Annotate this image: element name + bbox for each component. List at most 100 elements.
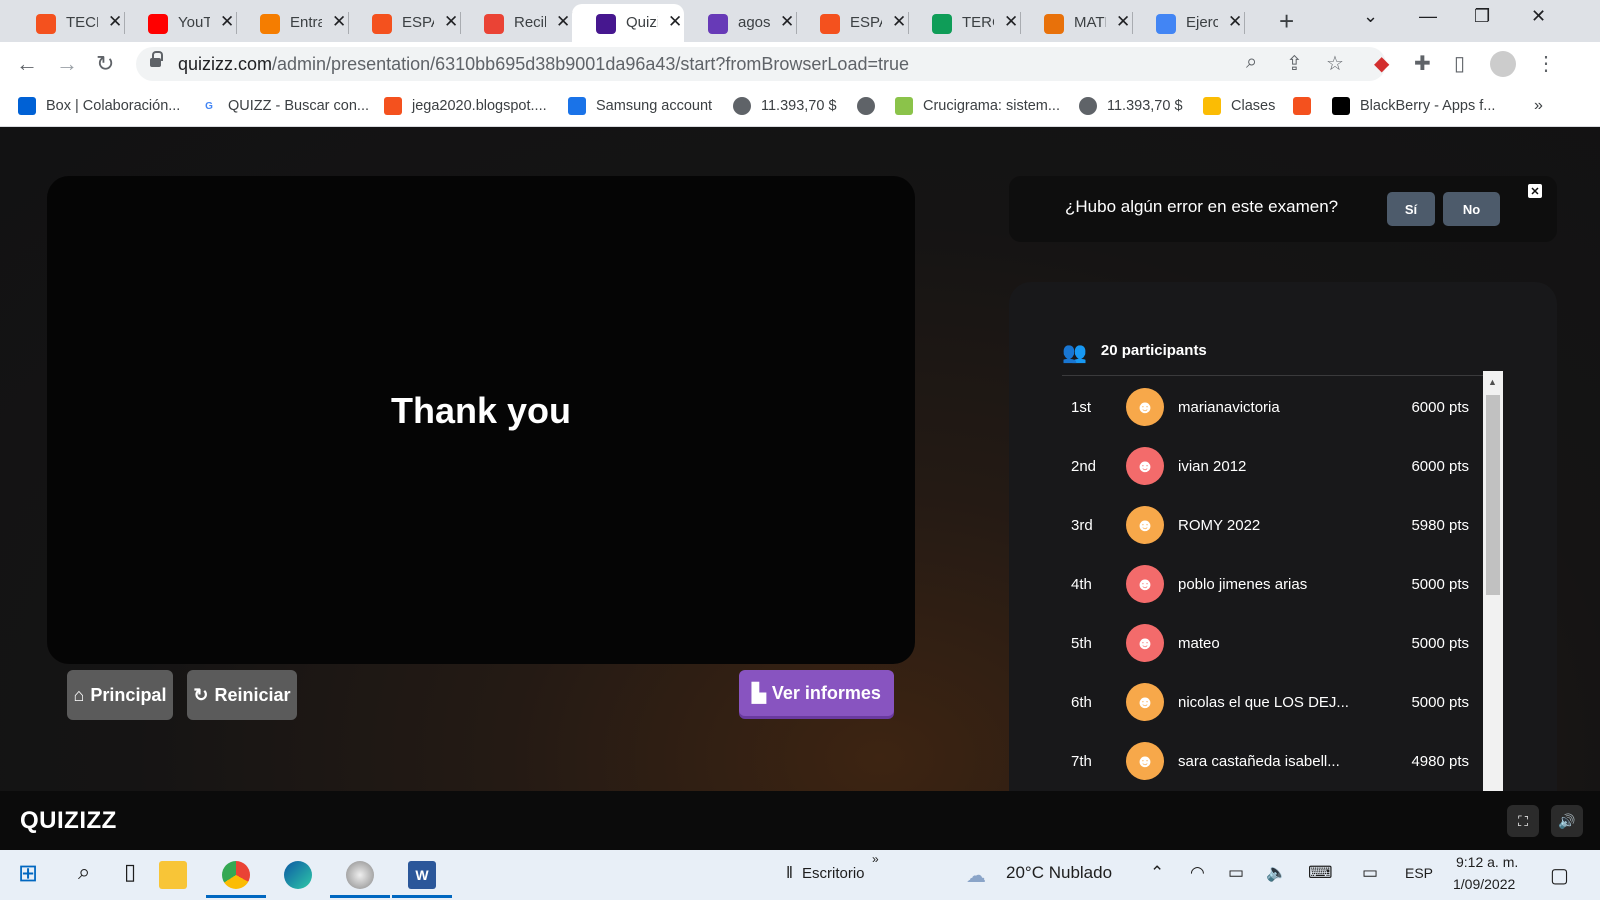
display-icon[interactable]: ▭ <box>1362 863 1378 883</box>
browser-tab[interactable]: TECNOLOGIA ✕ <box>12 4 125 42</box>
bookmark-item[interactable]: Samsung account <box>568 95 712 117</box>
box-icon <box>18 97 36 115</box>
chrome-menu-icon[interactable]: ⋮ <box>1536 51 1556 76</box>
tab-close-icon[interactable]: ✕ <box>332 12 346 32</box>
bookmark-item[interactable]: BlackBerry - Apps f... <box>1332 95 1495 117</box>
new-tab-button[interactable]: + <box>1279 6 1294 37</box>
bookmark-item[interactable]: 11.393,70 $ <box>1079 95 1183 117</box>
browser-tab[interactable]: Entrada ✕ <box>236 4 349 42</box>
browser-tab[interactable]: ESPAÑOL ✕ <box>796 4 909 42</box>
weather-text[interactable]: 20°C Nublado <box>1006 863 1112 883</box>
reload-icon[interactable]: ↻ <box>96 51 114 77</box>
educaplay-icon <box>895 97 913 115</box>
url-text[interactable]: quizizz.com/admin/presentation/6310bb695… <box>178 54 909 75</box>
bookmark-item[interactable]: Crucigrama: sistem... <box>895 95 1060 117</box>
more-bookmarks-icon[interactable]: » <box>1534 95 1543 117</box>
share-icon[interactable]: ⇪ <box>1286 51 1303 76</box>
browser-tab[interactable]: MATEMATICAS ✕ <box>1020 4 1133 42</box>
player-avatar-icon: ☻ <box>1126 506 1164 544</box>
tab-close-icon[interactable]: ✕ <box>220 12 234 32</box>
error-yes-button[interactable]: Sí <box>1387 192 1435 226</box>
tab-label: ESPAÑOL <box>402 14 434 31</box>
player-avatar-icon: ☻ <box>1126 624 1164 662</box>
tab-close-icon[interactable]: ✕ <box>108 12 122 32</box>
word-app[interactable]: W <box>392 852 452 898</box>
bookmark-item[interactable]: Box | Colaboración... <box>18 95 180 117</box>
maximize-button[interactable]: ❐ <box>1474 6 1490 27</box>
principal-button[interactable]: ⌂ Principal <box>67 670 173 720</box>
browser-tab[interactable]: TERCERO ✕ <box>908 4 1021 42</box>
tab-label: Ejercicios <box>1186 14 1218 31</box>
player-points: 5000 pts <box>1411 693 1469 711</box>
close-icon[interactable]: ✕ <box>1528 184 1542 198</box>
bookmark-item[interactable]: 11.393,70 $ <box>733 95 837 117</box>
bookmark-item[interactable]: jega2020.blogspot.... <box>384 95 547 117</box>
tab-close-icon[interactable]: ✕ <box>1004 12 1018 32</box>
sound-icon[interactable]: 🔊 <box>1551 805 1583 837</box>
edge-app[interactable] <box>268 852 328 898</box>
profile-avatar[interactable] <box>1490 51 1516 77</box>
blogger-icon <box>36 14 56 34</box>
view-reports-button[interactable]: ▙ Ver informes <box>739 670 894 716</box>
back-arrow-icon[interactable]: ← <box>16 51 38 77</box>
close-window-button[interactable]: ✕ <box>1531 6 1546 27</box>
language-indicator[interactable]: ESP <box>1405 865 1433 881</box>
blogger-icon <box>1293 97 1311 115</box>
minimize-button[interactable]: — <box>1419 6 1437 27</box>
tab-close-icon[interactable]: ✕ <box>556 12 570 32</box>
extensions-puzzle-icon[interactable]: ✚ <box>1414 51 1431 76</box>
reiniciar-button[interactable]: ↻ Reiniciar <box>187 670 297 720</box>
browser-tab[interactable]: YouTube ✕ <box>124 4 237 42</box>
chrome-app[interactable] <box>206 852 266 898</box>
url-omnibox[interactable]: quizizz.com/admin/presentation/6310bb695… <box>136 47 1386 81</box>
wifi-icon[interactable]: ◠ <box>1190 863 1205 883</box>
edge-icon <box>284 861 312 889</box>
tab-close-icon[interactable]: ✕ <box>780 12 794 32</box>
bookmark-item[interactable]: Clases <box>1203 95 1275 117</box>
browser-tab[interactable]: Ejercicios ✕ <box>1132 4 1245 42</box>
browser-tab[interactable]: Recibidos ✕ <box>460 4 573 42</box>
leaderboard-panel: 👥 20 participants 1st ☻ marianavictoria 600… <box>1009 282 1557 791</box>
task-view-icon[interactable]: ▯ <box>124 859 136 885</box>
forward-arrow-icon[interactable]: → <box>56 51 78 77</box>
windows-start-icon[interactable]: ⊞ <box>18 859 38 888</box>
bookmark-item[interactable]: G QUIZZ - Buscar con... <box>200 95 369 117</box>
bookmark-star-icon[interactable]: ☆ <box>1326 51 1344 76</box>
bookmark-item[interactable] <box>1293 95 1321 117</box>
lock-icon[interactable] <box>150 51 163 69</box>
blogger-icon <box>260 14 280 34</box>
scrollbar-thumb[interactable] <box>1486 395 1500 595</box>
browser-tab[interactable]: ESPAÑOL ✕ <box>348 4 461 42</box>
clock-time[interactable]: 9:12 a. m. <box>1456 854 1518 870</box>
notifications-icon[interactable]: ▢ <box>1550 863 1569 888</box>
keyboard-icon[interactable]: ⌨ <box>1308 863 1333 883</box>
zoom-icon[interactable]: ⌕ <box>1246 51 1257 74</box>
desktop-toolbar-label[interactable]: Escritorio <box>802 865 865 882</box>
tab-close-icon[interactable]: ✕ <box>444 12 458 32</box>
clock-date[interactable]: 1/09/2022 <box>1453 876 1515 892</box>
tab-close-icon[interactable]: ✕ <box>1116 12 1130 32</box>
tab-close-icon[interactable]: ✕ <box>1228 12 1242 32</box>
battery-icon[interactable]: ▭ <box>1228 863 1244 883</box>
leaderboard-scrollbar[interactable]: ▲ <box>1483 371 1503 791</box>
tab-close-icon[interactable]: ✕ <box>892 12 906 32</box>
tab-search-icon[interactable]: ⌄ <box>1363 6 1378 27</box>
media-app[interactable] <box>330 852 390 898</box>
toolbar-more-icon[interactable]: » <box>872 852 879 866</box>
bookmark-item[interactable] <box>857 95 885 117</box>
show-hidden-icons-icon[interactable]: ⌃ <box>1150 863 1164 883</box>
slide-panel: Thank you <box>47 176 915 664</box>
tab-close-icon[interactable]: ✕ <box>668 12 682 32</box>
player-rank: 2nd <box>1071 457 1097 475</box>
extension-red-icon[interactable]: ◆ <box>1374 51 1389 76</box>
fullscreen-icon[interactable]: ⛶ <box>1507 805 1539 837</box>
volume-icon[interactable]: 🔈 <box>1266 863 1287 883</box>
browser-tab[interactable]: Quizizz ✕ <box>572 4 684 42</box>
file-explorer-app[interactable] <box>143 852 203 898</box>
side-panel-icon[interactable]: ▯ <box>1454 51 1465 76</box>
scroll-up-arrow-icon[interactable]: ▲ <box>1488 377 1497 387</box>
browser-tab[interactable]: agosto ✕ <box>684 4 797 42</box>
samsung-icon <box>568 97 586 115</box>
search-icon[interactable]: ⌕ <box>78 859 90 885</box>
error-no-button[interactable]: No <box>1443 192 1500 226</box>
